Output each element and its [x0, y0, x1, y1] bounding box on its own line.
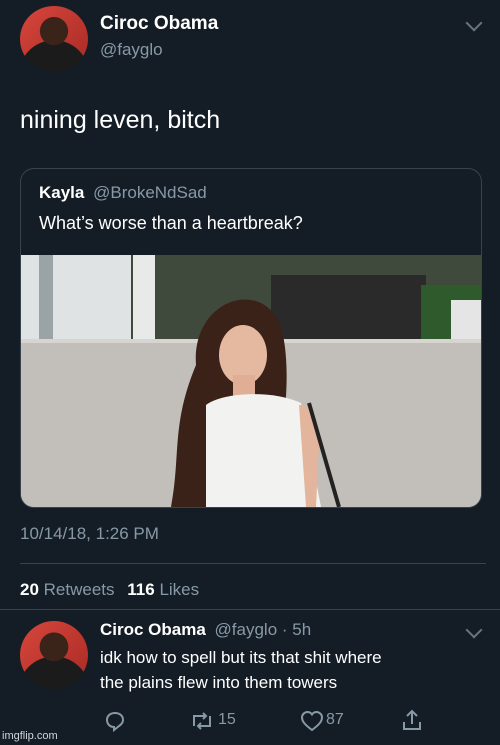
like-icon[interactable] — [300, 710, 324, 732]
reply-actions: 15 87 — [100, 708, 430, 734]
retweets-count: 20 — [20, 580, 39, 599]
reply-author-name[interactable]: Ciroc Obama — [100, 620, 206, 639]
reply-time[interactable]: · 5h — [282, 620, 311, 639]
reply-author-handle[interactable]: @fayglo — [215, 620, 278, 639]
tweet-stats: 20 Retweets 116 Likes — [20, 580, 199, 600]
retweets-label: Retweets — [43, 580, 115, 599]
likes-stat[interactable]: 116 Likes — [127, 580, 199, 599]
reply-author-avatar[interactable] — [20, 621, 88, 689]
imgflip-watermark: imgflip.com — [2, 730, 58, 742]
reply-text-line-1: idk how to spell but its that shit where — [100, 648, 382, 667]
reply-icon[interactable] — [104, 710, 126, 732]
quoted-tweet-card[interactable]: Kayla @BrokeNdSad What’s worse than a he… — [20, 168, 482, 508]
author-name[interactable]: Ciroc Obama — [100, 13, 218, 35]
share-icon[interactable] — [400, 708, 424, 732]
chevron-down-icon[interactable] — [465, 14, 483, 32]
tweet-text: nining leven, bitch — [20, 106, 221, 134]
divider-bottom — [0, 609, 500, 610]
retweet-icon[interactable] — [188, 710, 216, 732]
retweet-count: 15 — [218, 711, 236, 728]
author-handle[interactable]: @fayglo — [100, 40, 163, 60]
likes-label: Likes — [159, 580, 200, 599]
tweet-timestamp[interactable]: 10/14/18, 1:26 PM — [20, 524, 159, 544]
quoted-tweet-photo[interactable] — [21, 255, 481, 507]
quoted-author-handle: @BrokeNdSad — [93, 183, 207, 202]
reply-header: Ciroc Obama @fayglo · 5h — [100, 620, 311, 640]
reply-text-line-2: the plains flew into them towers — [100, 673, 338, 692]
divider-top — [20, 563, 486, 564]
like-count: 87 — [326, 711, 344, 728]
retweets-stat[interactable]: 20 Retweets — [20, 580, 119, 599]
quoted-author-name: Kayla — [39, 183, 85, 202]
quoted-tweet-text: What’s worse than a heartbreak? — [39, 213, 303, 233]
likes-count: 116 — [127, 580, 155, 599]
reply-chevron-down-icon[interactable] — [465, 621, 483, 639]
author-avatar[interactable] — [20, 6, 88, 72]
